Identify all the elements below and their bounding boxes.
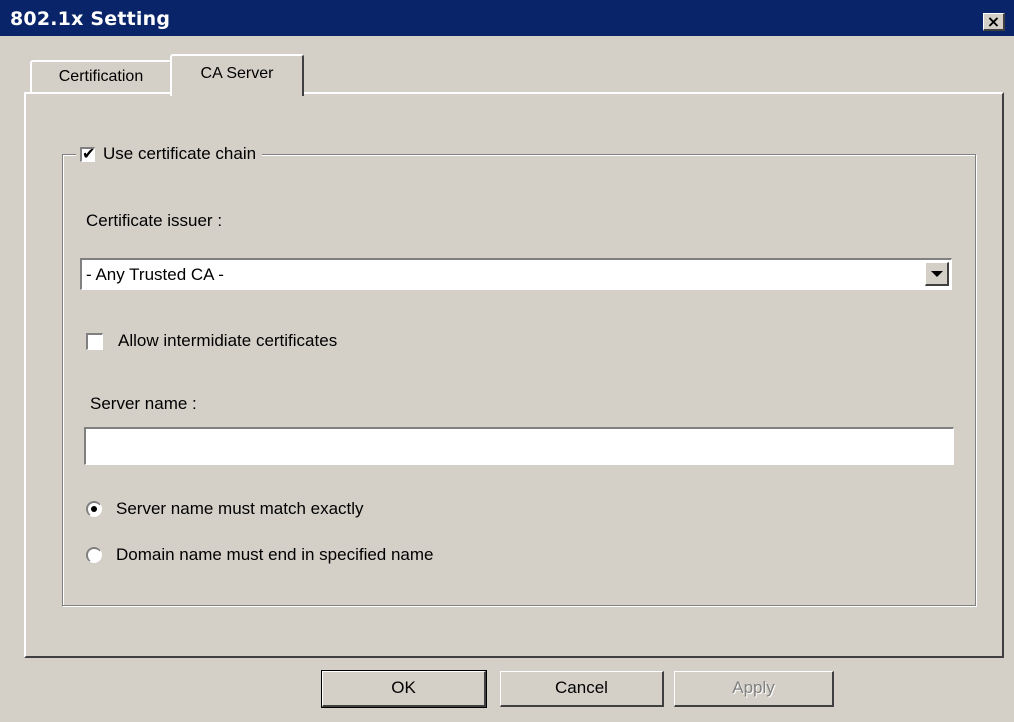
apply-button[interactable]: Apply xyxy=(674,671,834,707)
close-icon: × xyxy=(986,12,1001,31)
dialog-window: 802.1x Setting × Certification CA Server… xyxy=(0,0,1014,722)
close-button[interactable]: × xyxy=(983,13,1005,31)
checkmark-icon: ✔ xyxy=(82,143,96,163)
allow-intermediate-label: Allow intermidiate certificates xyxy=(118,331,338,350)
radio-match-exactly-label: Server name must match exactly xyxy=(116,499,364,518)
allow-intermediate-checkbox[interactable] xyxy=(86,332,103,350)
radio-match-exactly[interactable]: Server name must match exactly xyxy=(86,499,364,519)
server-name-label: Server name : xyxy=(90,394,197,413)
chevron-down-icon xyxy=(931,271,943,277)
use-certificate-chain-label: Use certificate chain xyxy=(103,144,257,163)
server-name-input[interactable] xyxy=(84,427,954,465)
radio-match-exactly-button[interactable] xyxy=(86,501,102,517)
certificate-issuer-value: - Any Trusted CA - xyxy=(86,265,224,284)
certificate-issuer-label: Certificate issuer : xyxy=(86,211,223,230)
certificate-issuer-select[interactable]: - Any Trusted CA - xyxy=(80,258,952,290)
radio-domain-end-button[interactable] xyxy=(86,547,102,563)
window-title: 802.1x Setting xyxy=(10,8,171,30)
use-certificate-chain-option[interactable]: ✔ Use certificate chain xyxy=(76,141,263,167)
radio-domain-end-label: Domain name must end in specified name xyxy=(116,545,434,564)
radio-selected-dot xyxy=(91,506,97,512)
tab-join xyxy=(172,92,302,95)
radio-domain-end[interactable]: Domain name must end in specified name xyxy=(86,545,434,565)
dropdown-button[interactable] xyxy=(925,262,949,286)
title-bar[interactable]: 802.1x Setting × xyxy=(0,0,1014,36)
tab-ca-server[interactable]: CA Server xyxy=(170,54,304,96)
use-certificate-chain-checkbox[interactable]: ✔ xyxy=(80,143,96,163)
ok-button[interactable]: OK xyxy=(321,670,487,708)
allow-intermediate-option[interactable]: Allow intermidiate certificates xyxy=(86,331,337,351)
cancel-button[interactable]: Cancel xyxy=(500,671,664,707)
tab-certification[interactable]: Certification xyxy=(30,60,172,93)
